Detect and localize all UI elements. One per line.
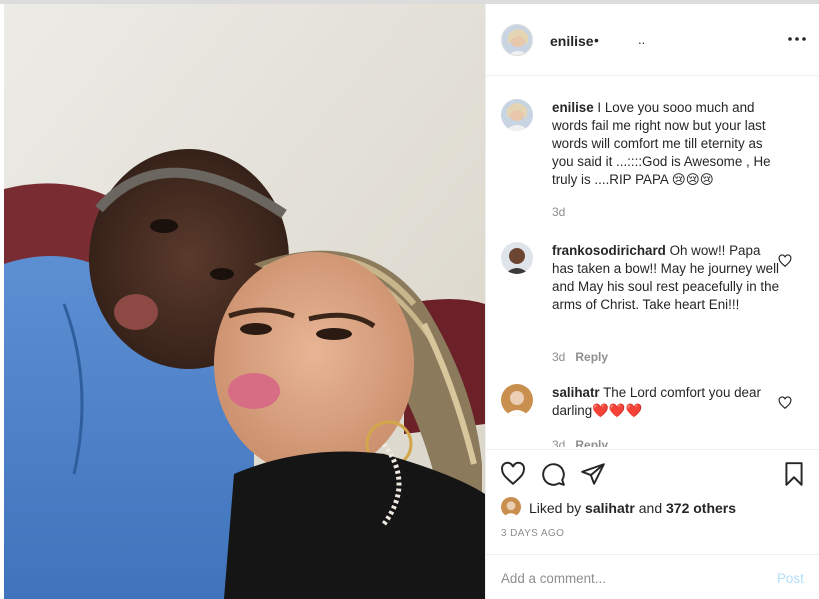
post-photo[interactable] bbox=[4, 4, 485, 599]
commenter-avatar[interactable] bbox=[501, 384, 533, 416]
comment-username[interactable]: frankosodirichard bbox=[552, 243, 666, 258]
comment-username[interactable]: salihatr bbox=[552, 385, 600, 400]
commenter-avatar[interactable] bbox=[501, 242, 533, 274]
post-comment-button[interactable]: Post bbox=[777, 571, 804, 586]
like-comment-heart-icon[interactable] bbox=[778, 254, 792, 268]
likes-prefix: Liked by bbox=[529, 500, 586, 516]
more-horizontal-icon[interactable] bbox=[786, 28, 808, 50]
post-header: enilise • .. bbox=[486, 4, 819, 76]
author-username[interactable]: enilise bbox=[550, 33, 594, 49]
header-separator-dot: • bbox=[594, 32, 599, 48]
like-heart-icon[interactable] bbox=[500, 461, 526, 487]
post-actions: Liked by salihatr and 372 others 3 DAYS … bbox=[486, 449, 819, 554]
liker-username[interactable]: salihatr bbox=[585, 500, 635, 516]
follow-link[interactable]: .. bbox=[638, 32, 645, 47]
photo-image bbox=[4, 4, 485, 599]
caption-meta: 3d bbox=[552, 205, 565, 219]
likes-middle: and bbox=[634, 500, 666, 516]
caption-avatar[interactable] bbox=[501, 99, 533, 131]
post-side-panel: enilise • .. enilise I Love you sooo muc… bbox=[485, 4, 819, 599]
comment-time[interactable]: 3d bbox=[552, 438, 565, 447]
author-avatar[interactable] bbox=[501, 24, 533, 56]
likes-text: Liked by salihatr and 372 others bbox=[529, 500, 736, 516]
reply-button[interactable]: Reply bbox=[575, 438, 608, 447]
comments-list[interactable]: enilise I Love you sooo much and words f… bbox=[486, 77, 819, 447]
like-comment-heart-icon[interactable] bbox=[778, 396, 792, 410]
add-comment-bar: Post bbox=[486, 554, 819, 599]
save-bookmark-icon[interactable] bbox=[781, 461, 807, 487]
add-comment-input[interactable] bbox=[501, 567, 751, 589]
comment-time[interactable]: 3d bbox=[552, 350, 565, 364]
liker-avatar[interactable] bbox=[501, 497, 521, 517]
caption-text: enilise I Love you sooo much and words f… bbox=[552, 99, 784, 189]
caption-time[interactable]: 3d bbox=[552, 205, 565, 219]
comment-text: salihatr The Lord comfort you dear darli… bbox=[552, 384, 784, 420]
comment-meta: 3d Reply bbox=[552, 350, 608, 364]
post-date[interactable]: 3 DAYS AGO bbox=[501, 528, 564, 539]
comment-meta: 3d Reply bbox=[552, 438, 608, 447]
likes-others-link[interactable]: 372 others bbox=[666, 500, 736, 516]
comment-text: frankosodirichard Oh wow!! Papa has take… bbox=[552, 242, 784, 314]
caption-username[interactable]: enilise bbox=[552, 100, 594, 115]
reply-button[interactable]: Reply bbox=[575, 350, 608, 364]
comment-bubble-icon[interactable] bbox=[540, 461, 566, 487]
share-paper-plane-icon[interactable] bbox=[580, 461, 606, 487]
